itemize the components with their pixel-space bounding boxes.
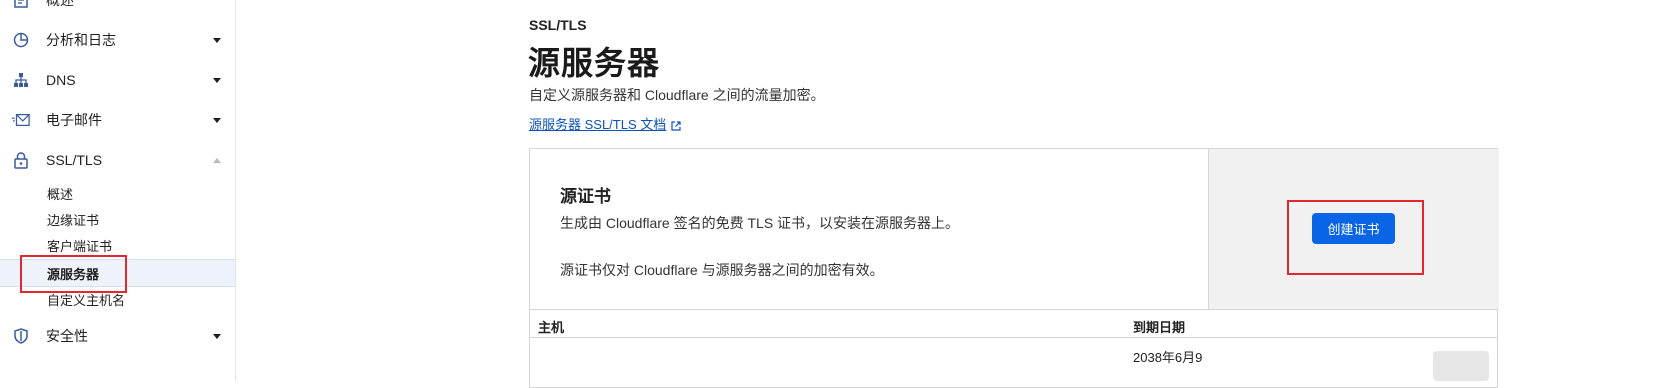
row-action-button[interactable] (1433, 351, 1489, 381)
sidebar: 概述 分析和日志 DNS 电子邮件 SSL/TLS 概述 边缘证书 客户端证书 … (0, 0, 236, 381)
sidebar-item-ssl-tls[interactable]: SSL/TLS (0, 140, 235, 180)
sidebar-subitem-label: 客户端证书 (47, 238, 113, 254)
breadcrumb: SSL/TLS (529, 17, 587, 33)
page-title: 源服务器 (528, 45, 661, 81)
docs-link-label: 源服务器 SSL/TLS 文档 (529, 117, 667, 132)
chevron-up-icon[interactable] (213, 157, 221, 163)
email-icon (12, 111, 30, 129)
table-header: 主机 到期日期 (530, 309, 1498, 338)
sidebar-item-label: DNS (46, 72, 76, 88)
chevron-down-icon[interactable] (213, 37, 221, 43)
docs-link[interactable]: 源服务器 SSL/TLS 文档 (529, 114, 681, 133)
document-icon (12, 0, 30, 9)
card-title: 源证书 (560, 187, 611, 206)
highlight-box-sidebar (20, 255, 127, 293)
sidebar-item-security[interactable]: 安全性 (0, 316, 235, 356)
sidebar-subitem-label: 边缘证书 (47, 212, 100, 228)
card-note: 源证书仅对 Cloudflare 与源服务器之间的加密有效。 (560, 262, 884, 278)
shield-icon (12, 327, 30, 345)
sidebar-item-email[interactable]: 电子邮件 (0, 100, 235, 140)
cell-expiry: 2038年6月9 (1133, 350, 1203, 365)
sidebar-item-label: 安全性 (46, 328, 88, 344)
pie-chart-icon (12, 31, 30, 49)
page-description: 自定义源服务器和 Cloudflare 之间的流量加密。 (529, 87, 825, 103)
chevron-down-icon[interactable] (213, 77, 221, 83)
sidebar-subitem-overview[interactable]: 概述 (0, 180, 235, 206)
sidebar-item-label: 概述 (46, 0, 74, 8)
lock-icon (12, 151, 30, 169)
sidebar-subitem-label: 概述 (47, 186, 74, 202)
card-description: 生成由 Cloudflare 签名的免费 TLS 证书，以安装在源服务器上。 (560, 215, 960, 231)
sidebar-item-label: 分析和日志 (46, 32, 116, 48)
external-link-icon (671, 119, 681, 131)
column-header-expiry: 到期日期 (1133, 320, 1186, 335)
network-icon (12, 71, 30, 89)
sidebar-item-dns[interactable]: DNS (0, 60, 235, 100)
sidebar-item-label: 电子邮件 (46, 112, 102, 128)
chevron-down-icon[interactable] (213, 117, 221, 123)
sidebar-item-analytics[interactable]: 分析和日志 (0, 20, 235, 60)
sidebar-item-label: SSL/TLS (46, 152, 103, 168)
sidebar-item-overview[interactable]: 概述 (0, 0, 235, 20)
highlight-box-create (1287, 200, 1424, 275)
chevron-down-icon[interactable] (213, 333, 221, 339)
column-header-host: 主机 (538, 320, 565, 335)
sidebar-subitem-edge-certificates[interactable]: 边缘证书 (0, 206, 235, 232)
